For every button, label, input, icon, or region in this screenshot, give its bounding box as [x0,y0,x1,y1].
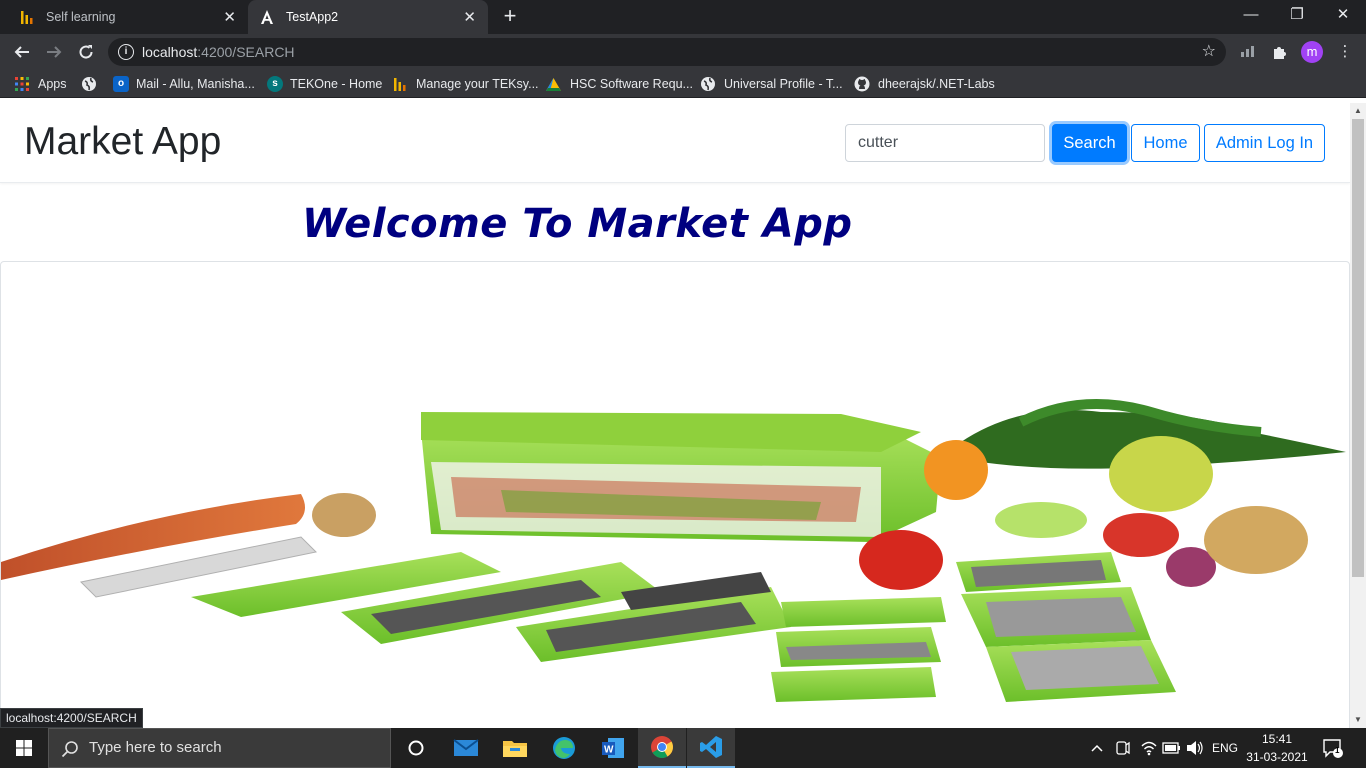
angular-favicon-icon [261,10,273,24]
reload-icon [79,45,93,59]
wifi-icon[interactable] [1140,728,1158,768]
show-hidden-icons-chevron-icon[interactable] [1090,728,1104,768]
taskbar-mail[interactable] [442,728,490,768]
address-bar[interactable]: i localhost:4200/SEARCH ☆ [108,38,1226,66]
window-close-button[interactable]: ✕ [1320,0,1366,30]
edge-icon [553,737,575,759]
tab-self-learning[interactable]: Self learning ✕ [8,0,248,34]
svg-text:W: W [604,745,614,756]
folder-icon [503,741,527,757]
scrollbar-thumb[interactable] [1352,119,1364,577]
word-icon: W [602,738,624,758]
battery-icon[interactable] [1162,728,1182,768]
minimize-button[interactable]: — [1228,0,1274,30]
outlook-icon: o [113,76,129,92]
taskbar-chrome[interactable] [638,728,686,768]
bookmark-hsc-software[interactable]: HSC Software Requ... [545,70,693,98]
globe-icon [82,77,96,91]
taskbar-vscode[interactable] [687,728,735,768]
url-text[interactable]: localhost:4200/SEARCH [142,38,295,66]
forward-arrow-icon [47,46,62,58]
app-brand[interactable]: Market App [24,120,221,164]
product-image-card [0,261,1350,728]
system-clock[interactable]: 15:41 31-03-2021 [1244,730,1310,766]
extensions-puzzle-icon[interactable] [1267,40,1291,64]
new-tab-button[interactable]: + [498,4,522,28]
vegetable-cutter-product-image [1,399,1346,702]
bookmark-globe[interactable] [81,70,97,98]
vscode-icon [700,736,722,758]
globe-icon [701,77,715,91]
windows-logo-icon [16,740,32,756]
tab-close-icon[interactable]: ✕ [463,8,476,26]
bookmark-manage-teksystems[interactable]: Manage your TEKsy... [393,70,539,98]
tab-title: TestApp2 [286,10,339,24]
language-indicator[interactable]: ENG [1212,728,1238,768]
chrome-menu-icon[interactable]: ⋮ [1333,40,1357,64]
bookmark-apps[interactable]: Apps [14,70,67,98]
page-viewport: Market App cutter Search Home Admin Log … [0,103,1350,728]
search-input[interactable]: cutter [845,124,1045,162]
welcome-heading: Welcome To Market App [302,201,853,247]
bookmark-github-dotnet-labs[interactable]: dheerajsk/.NET-Labs [854,70,995,98]
notification-count-badge: 1 [1335,746,1340,755]
page-scrollbar[interactable]: ▲ ▼ [1350,103,1366,728]
task-view-button[interactable] [392,728,440,768]
sharepoint-icon: s [267,76,283,92]
tab-close-icon[interactable]: ✕ [223,8,236,26]
link-status-bubble: localhost:4200/SEARCH [0,708,143,728]
app-navbar: Market App cutter Search Home Admin Log … [0,103,1350,183]
forward-button[interactable] [40,38,68,66]
windows-taskbar: Type here to search W ENG 15:41 31-03-20… [0,728,1366,768]
bookmarks-bar: Apps o Mail - Allu, Manisha... s TEKOne … [0,70,1366,98]
volume-icon[interactable] [1186,728,1204,768]
tab-title: Self learning [46,10,116,24]
taskbar-word[interactable]: W [589,728,637,768]
github-icon [854,76,870,92]
bookmark-universal-profile[interactable]: Universal Profile - T... [700,70,843,98]
scroll-up-arrow-icon[interactable]: ▲ [1350,103,1366,119]
taskbar-edge[interactable] [540,728,588,768]
apps-grid-icon [15,77,29,91]
browser-toolbar: i localhost:4200/SEARCH ☆ ⋮ [0,34,1366,70]
admin-login-button[interactable]: Admin Log In [1204,124,1325,162]
chrome-icon [651,736,673,758]
site-info-icon[interactable]: i [118,44,134,60]
tab-testapp2[interactable]: TestApp2 ✕ [248,0,488,34]
search-button[interactable]: Search [1052,124,1127,162]
bookmark-star-icon[interactable]: ☆ [1202,38,1216,66]
bar-chart-icon [394,78,406,91]
restore-button[interactable]: ❐ [1274,0,1320,30]
action-center-notification-icon[interactable]: 1 [1322,738,1344,758]
bookmark-tekone-home[interactable]: s TEKOne - Home [267,70,382,98]
bar-chart-favicon-icon [21,11,33,24]
back-arrow-icon [14,46,29,58]
browser-tab-strip: Self learning ✕ TestApp2 ✕ + — ❐ ✕ [0,0,1366,34]
taskbar-search-box[interactable]: Type here to search [48,728,391,768]
scroll-down-arrow-icon[interactable]: ▼ [1350,712,1366,728]
meet-now-icon[interactable] [1115,728,1131,768]
start-button[interactable] [0,728,48,768]
search-icon [61,741,78,758]
clock-date: 31-03-2021 [1246,750,1308,764]
drive-triangle-icon [546,77,561,91]
profile-avatar[interactable]: m [1301,41,1323,63]
clock-time: 15:41 [1261,732,1293,746]
taskbar-file-explorer[interactable] [491,728,539,768]
home-button[interactable]: Home [1131,124,1200,162]
reload-button[interactable] [72,38,100,66]
cortana-circle-icon [408,740,424,756]
mail-icon [453,739,479,756]
media-router-icon[interactable] [1236,40,1260,64]
bookmark-outlook-mail[interactable]: o Mail - Allu, Manisha... [113,70,255,98]
back-button[interactable] [8,38,36,66]
